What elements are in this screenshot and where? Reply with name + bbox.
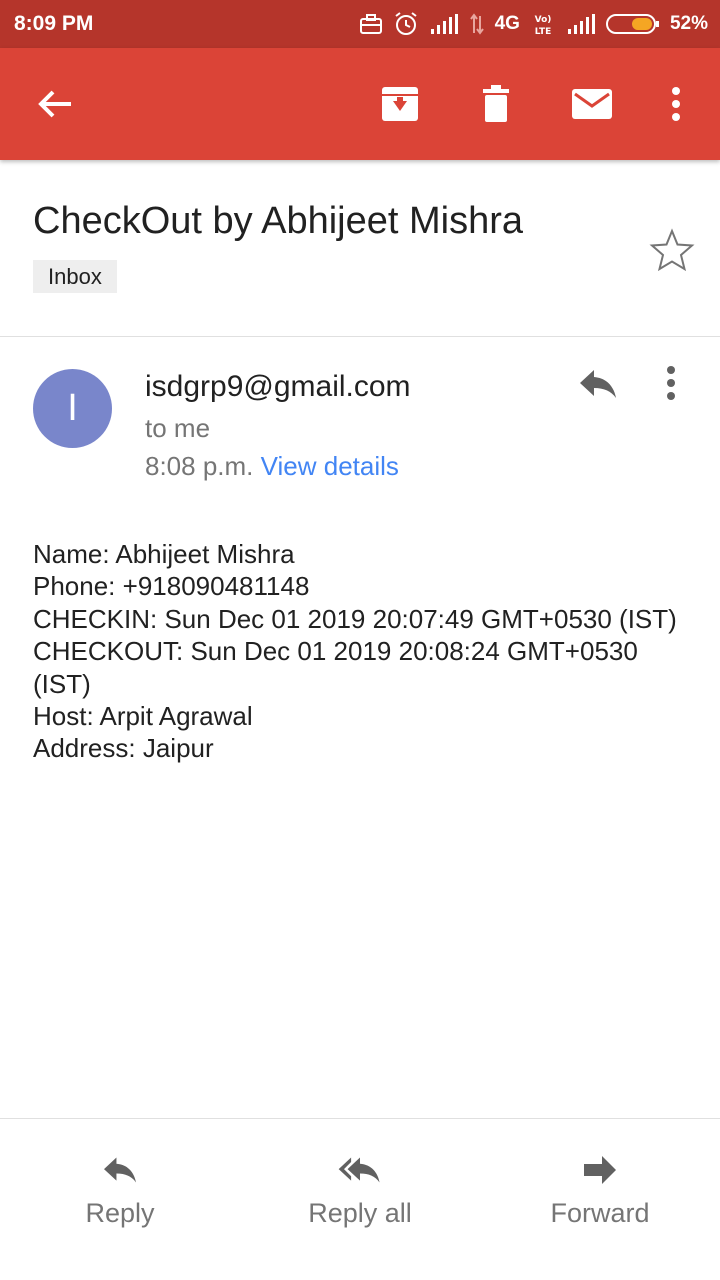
alarm-icon — [395, 12, 417, 35]
network-type: 4G — [494, 13, 520, 34]
delete-icon — [483, 85, 509, 122]
reply-all-button[interactable]: Reply all — [260, 1150, 460, 1229]
svg-text:Vo): Vo) — [535, 15, 552, 25]
reply-icon — [580, 370, 616, 398]
delete-button[interactable] — [472, 80, 520, 128]
message-time: 8:08 p.m. — [145, 451, 254, 481]
message-meta: 8:08 p.m. View details — [145, 451, 399, 482]
body-line-name: Name: Abhijeet Mishra — [33, 539, 295, 569]
star-icon — [649, 228, 695, 272]
reply-label: Reply — [85, 1198, 155, 1228]
star-button[interactable] — [648, 226, 696, 274]
battery-level: 52% — [669, 13, 708, 34]
status-bar: 8:09 PM 4G Vo) LTE 52% — [0, 0, 720, 48]
more-vert-icon — [672, 87, 680, 121]
app-toolbar — [0, 48, 720, 160]
sender-email: isdgrp9@gmail.com — [145, 370, 411, 403]
more-options-button[interactable] — [652, 80, 700, 128]
volte-icon: Vo) LTE — [535, 15, 552, 36]
message-more-button[interactable] — [666, 366, 694, 406]
divider — [0, 1118, 720, 1119]
briefcase-icon — [359, 14, 382, 34]
forward-button[interactable]: Forward — [500, 1150, 700, 1229]
label-chip[interactable]: Inbox — [33, 260, 117, 293]
email-subject: CheckOut by Abhijeet Mishra — [33, 200, 524, 242]
reply-all-label: Reply all — [308, 1198, 412, 1228]
body-line-checkin: CHECKIN: Sun Dec 01 2019 20:07:49 GMT+05… — [33, 603, 677, 634]
data-arrows-icon — [469, 13, 484, 35]
mark-unread-button[interactable] — [568, 80, 616, 128]
body-line-host: Host: Arpit Agrawal — [33, 701, 253, 732]
body-line-phone: Phone: +918090481148 — [33, 571, 310, 602]
recipient: to me — [145, 413, 211, 443]
reply-icon — [104, 1157, 136, 1183]
status-time: 8:09 PM — [14, 12, 94, 35]
avatar[interactable]: I — [33, 369, 112, 448]
back-arrow-icon — [38, 90, 71, 118]
signal-icon-2 — [567, 14, 595, 34]
svg-text:LTE: LTE — [535, 27, 552, 36]
view-details-link[interactable]: View details — [261, 451, 399, 481]
reply-button[interactable]: Reply — [20, 1150, 220, 1229]
header-reply-button[interactable] — [576, 366, 624, 406]
archive-icon — [382, 87, 418, 121]
more-vert-icon — [667, 366, 675, 400]
mark-unread-icon — [572, 89, 612, 119]
subject-header: CheckOut by Abhijeet Mishra Inbox — [0, 160, 720, 337]
forward-label: Forward — [550, 1198, 650, 1228]
body-line-address: Address: Jaipur — [33, 733, 214, 764]
status-icons: 4G Vo) LTE 52% — [359, 10, 708, 38]
back-button[interactable] — [31, 80, 79, 128]
message-body: Name: Abhijeet Mishra Phone: +9180904811… — [33, 538, 693, 765]
body-line-checkout: CHECKOUT: Sun Dec 01 2019 20:08:24 GMT+0… — [33, 636, 638, 699]
forward-icon — [584, 1156, 616, 1184]
reply-all-icon — [338, 1157, 380, 1183]
archive-button[interactable] — [376, 80, 424, 128]
signal-icon — [430, 14, 458, 34]
battery-icon — [605, 14, 659, 34]
